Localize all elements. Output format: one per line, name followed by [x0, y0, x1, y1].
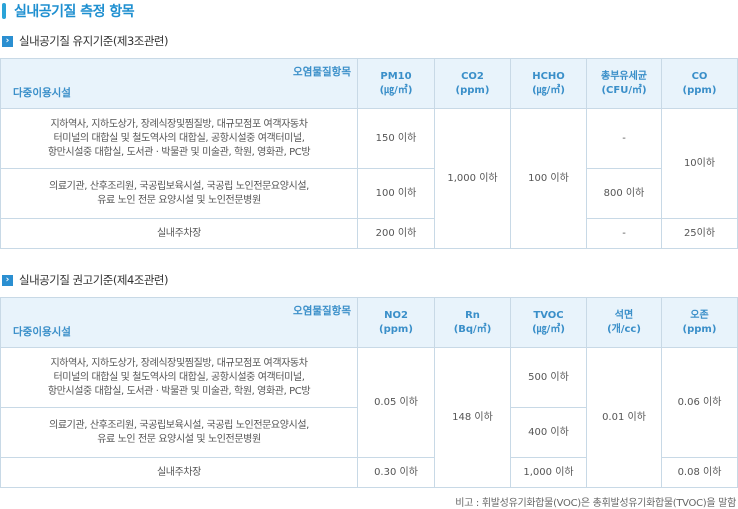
- corner-header-facility: 다중이용시설: [13, 87, 71, 99]
- section1-heading-text: 실내공기질 유지기준(제3조관련): [19, 34, 168, 48]
- arrow-right-icon: ›: [2, 35, 13, 47]
- no2-value: 0.30 이하: [357, 457, 435, 488]
- tvoc-value: 500 이하: [510, 347, 587, 408]
- pm10-value: 150 이하: [357, 108, 435, 169]
- column-header-co2: CO2 (ppm): [434, 58, 511, 109]
- tvoc-value: 400 이하: [510, 407, 587, 458]
- no2-value: 0.05 이하: [357, 347, 435, 458]
- facility-cell: 의료기관, 산후조리원, 국공립보육시설, 국공립 노인전문요양시설, 유료 노인…: [0, 407, 358, 458]
- table-row: 의료기관, 산후조리원, 국공립보육시설, 국공립 노인전문요양시설, 유료 노인…: [0, 168, 738, 219]
- column-header-ozone: 오존 (ppm): [661, 297, 738, 348]
- column-header-co: CO (ppm): [661, 58, 738, 109]
- facility-cell: 실내주차장: [0, 218, 358, 249]
- facility-cell: 의료기관, 산후조리원, 국공립보육시설, 국공립 노인전문요양시설, 유료 노인…: [0, 168, 358, 219]
- asbestos-value: 0.01 이하: [586, 347, 662, 488]
- pm10-value: 100 이하: [357, 168, 435, 219]
- table-row: 지하역사, 지하도상가, 장례식장및찜질방, 대규모점포 여객자동차 터미널의 대…: [0, 347, 738, 488]
- facility-cell: 지하역사, 지하도상가, 장례식장및찜질방, 대규모점포 여객자동차 터미널의 대…: [0, 347, 358, 408]
- section2-heading: › 실내공기질 권고기준(제4조관련): [2, 272, 168, 288]
- column-header-pm10: PM10 (㎍/㎥): [357, 58, 435, 109]
- ozone-value: 0.08 이하: [661, 457, 738, 488]
- tvoc-value: 1,000 이하: [510, 457, 587, 488]
- column-header-tvoc: TVOC (㎍/㎥): [510, 297, 587, 348]
- rn-value: 148 이하: [434, 347, 511, 488]
- footnote: 비고 : 휘발성유기화합물(VOC)은 총휘발성유기화합물(TVOC)을 말함: [455, 498, 736, 509]
- section2-heading-text: 실내공기질 권고기준(제4조관련): [19, 273, 168, 287]
- maintenance-standard-table: 오염물질항목 다중이용시설 PM10 (㎍/㎥) CO2 (ppm) HCHO (㎍/…: [0, 58, 738, 249]
- section1-heading: › 실내공기질 유지기준(제3조관련): [2, 33, 168, 49]
- bacteria-value: 800 이하: [586, 168, 662, 219]
- title-bar-marker: [2, 3, 6, 19]
- column-header-hcho: HCHO (㎍/㎥): [510, 58, 587, 109]
- corner-header-pollutant: 오염물질항목: [293, 305, 351, 317]
- bacteria-value: -: [586, 108, 662, 169]
- co2-value: 1,000 이하: [434, 108, 511, 249]
- hcho-value: 100 이하: [510, 108, 587, 249]
- pm10-value: 200 이하: [357, 218, 435, 249]
- table-row: 실내주차장 200 이하 - 25이하: [0, 218, 738, 249]
- page-title: 실내공기질 측정 항목: [2, 0, 135, 22]
- table-row: 지하역사, 지하도상가, 장례식장및찜질방, 대규모점포 여객자동차 터미널의 대…: [0, 108, 738, 249]
- ozone-value: 0.06 이하: [661, 347, 738, 458]
- corner-header-pollutant: 오염물질항목: [293, 66, 351, 78]
- column-header-bacteria: 총부유세균 (CFU/㎥): [586, 58, 662, 109]
- column-header-rn: Rn (Bq/㎥): [434, 297, 511, 348]
- column-header-no2: NO2 (ppm): [357, 297, 435, 348]
- bacteria-value: -: [586, 218, 662, 249]
- facility-cell: 실내주차장: [0, 457, 358, 488]
- corner-header: 오염물질항목 다중이용시설: [0, 58, 358, 109]
- page-title-text: 실내공기질 측정 항목: [14, 4, 135, 20]
- arrow-right-icon: ›: [2, 274, 13, 286]
- co-value: 25이하: [661, 218, 738, 249]
- corner-header-facility: 다중이용시설: [13, 326, 71, 338]
- recommended-standard-table: 오염물질항목 다중이용시설 NO2 (ppm) Rn (Bq/㎥) TVOC (㎍/㎥…: [0, 297, 738, 488]
- column-header-asbestos: 석면 (개/cc): [586, 297, 662, 348]
- corner-header: 오염물질항목 다중이용시설: [0, 297, 358, 348]
- co-value: 10이하: [661, 108, 738, 219]
- facility-cell: 지하역사, 지하도상가, 장례식장및찜질방, 대규모점포 여객자동차 터미널의 대…: [0, 108, 358, 169]
